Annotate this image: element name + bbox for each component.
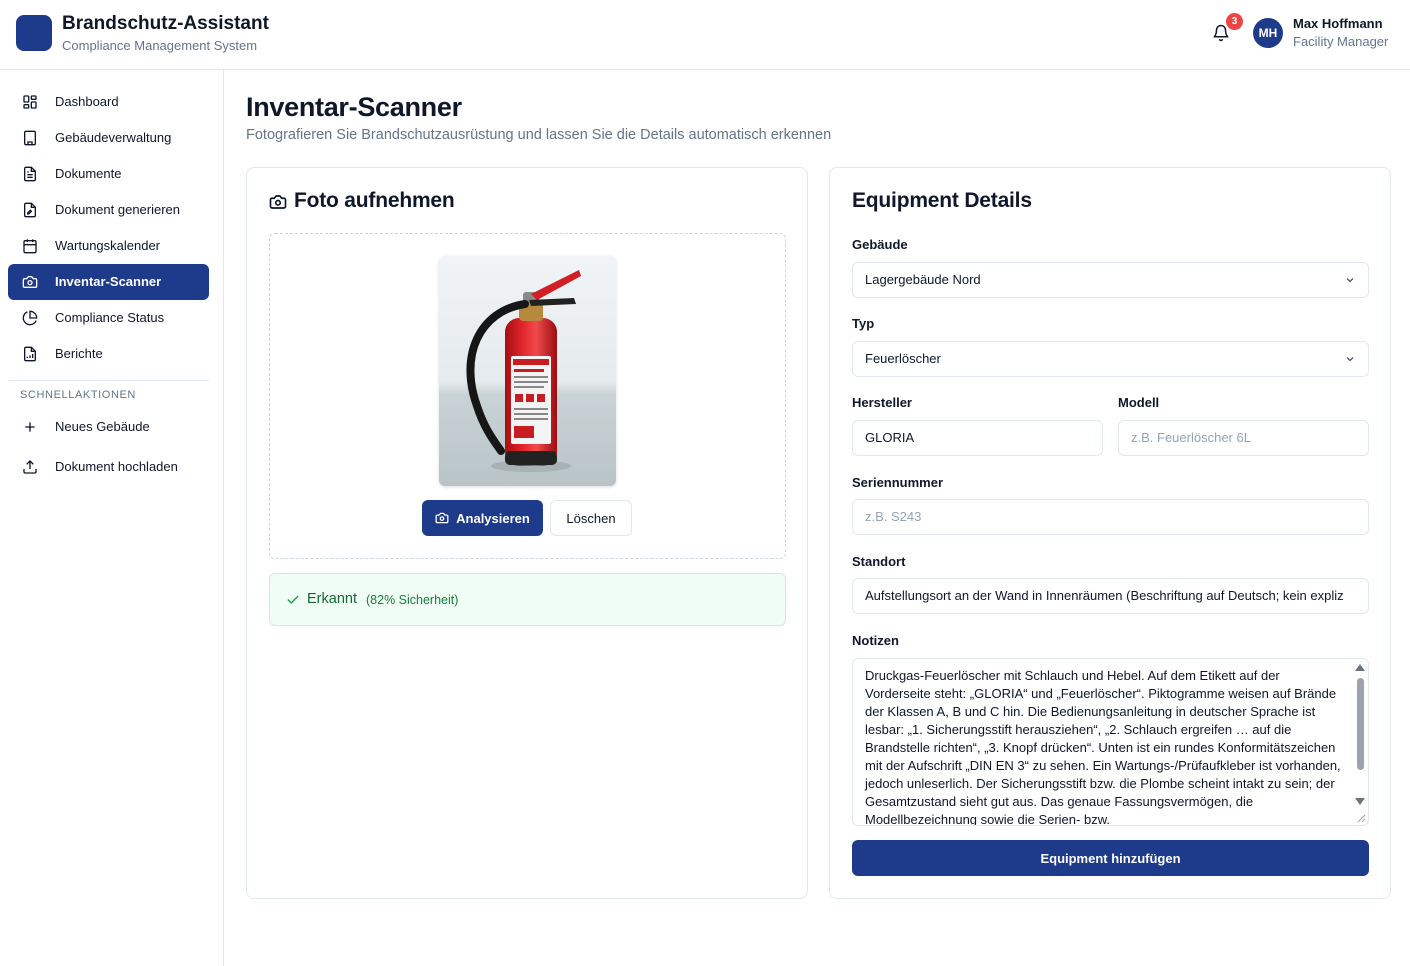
sidebar-item-label: Compliance Status <box>55 310 165 325</box>
photo-card-title: Foto aufnehmen <box>294 189 455 212</box>
check-icon <box>287 595 299 604</box>
add-equipment-button[interactable]: Equipment hinzufügen <box>852 840 1369 876</box>
sidebar-item-reports[interactable]: Berichte <box>8 336 209 372</box>
model-label: Modell <box>1118 395 1160 410</box>
analyze-button-label: Analysieren <box>456 510 530 526</box>
sidebar-item-label: Gebäudeverwaltung <box>55 130 172 145</box>
camera-icon <box>435 512 449 524</box>
quick-action-label: Dokument hochladen <box>55 459 178 474</box>
model-input[interactable]: z.B. Feuerlöscher 6L <box>1118 420 1369 456</box>
manufacturer-input[interactable]: GLORIA <box>852 420 1103 456</box>
manufacturer-label: Hersteller <box>852 395 912 410</box>
type-select[interactable]: Feuerlöscher <box>852 341 1369 377</box>
plus-icon <box>25 422 35 432</box>
building-select[interactable]: Lagergebäude Nord <box>852 262 1369 298</box>
calendar-icon <box>23 239 37 254</box>
delete-button[interactable]: Löschen <box>550 500 632 536</box>
building-icon <box>24 130 36 146</box>
notes-scrollbar[interactable] <box>1353 660 1367 824</box>
type-select-value: Feuerlöscher <box>865 351 941 366</box>
sidebar-item-compliance-status[interactable]: Compliance Status <box>8 300 209 336</box>
type-label: Typ <box>852 316 875 331</box>
notes-textarea[interactable]: Druckgas-Feuerlöscher mit Schlauch und H… <box>852 658 1369 826</box>
confidence-text: (82% Sicherheit) <box>366 593 459 607</box>
chevron-down-icon <box>1346 278 1354 283</box>
dashboard-icon <box>23 95 37 109</box>
detected-label: Erkannt <box>307 591 357 607</box>
page-title: Inventar-Scanner <box>246 92 462 122</box>
sidebar-item-label: Dokumente <box>55 166 122 181</box>
building-select-value: Lagergebäude Nord <box>865 272 981 287</box>
notes-text: Druckgas-Feuerlöscher mit Schlauch und H… <box>865 668 1341 826</box>
location-label: Standort <box>852 554 906 569</box>
detection-result: Erkannt (82% Sicherheit) <box>269 573 786 626</box>
user-role: Facility Manager <box>1293 34 1389 49</box>
notification-badge: 3 <box>1226 13 1243 30</box>
equipment-details-card: Equipment Details Gebäude Lagergebäude N… <box>829 167 1391 899</box>
serial-number-input[interactable]: z.B. S243 <box>852 499 1369 535</box>
photo-card: Foto aufnehmen Analysieren Löschen Erkan… <box>246 167 808 899</box>
notes-label: Notizen <box>852 633 899 648</box>
sidebar-item-inventory-scanner[interactable]: Inventar-Scanner <box>8 264 209 300</box>
photo-dropzone[interactable]: Analysieren Löschen <box>269 233 786 559</box>
app-title: Brandschutz-Assistant <box>62 13 269 34</box>
scroll-down-arrow-icon[interactable] <box>1355 798 1365 805</box>
sidebar-item-label: Inventar-Scanner <box>55 274 162 289</box>
location-input[interactable]: Aufstellungsort an der Wand in Innenräum… <box>852 578 1369 614</box>
serial-number-label: Seriennummer <box>852 475 944 490</box>
sidebar-item-dashboard[interactable]: Dashboard <box>8 84 209 120</box>
quick-action-label: Neues Gebäude <box>55 419 150 434</box>
resize-grip-icon[interactable] <box>1356 813 1366 823</box>
sidebar-item-documents[interactable]: Dokumente <box>8 156 209 192</box>
document-generate-icon <box>24 202 36 218</box>
chevron-down-icon <box>1346 357 1354 362</box>
document-icon <box>24 166 36 182</box>
sidebar: Dashboard Gebäudeverwaltung Dokumente Do… <box>0 70 224 966</box>
app-subtitle: Compliance Management System <box>62 38 258 53</box>
equipment-photo <box>439 256 616 486</box>
analyze-button[interactable]: Analysieren <box>422 500 543 536</box>
top-bar: Brandschutz-Assistant Compliance Managem… <box>0 0 1410 70</box>
equipment-details-title: Equipment Details <box>852 189 1032 212</box>
sidebar-item-calendar[interactable]: Wartungskalender <box>8 228 209 264</box>
quick-action-upload-document[interactable]: Dokument hochladen <box>8 449 209 485</box>
sidebar-item-generate-document[interactable]: Dokument generieren <box>8 192 209 228</box>
scroll-up-arrow-icon[interactable] <box>1355 664 1365 671</box>
sidebar-item-buildings[interactable]: Gebäudeverwaltung <box>8 120 209 156</box>
avatar[interactable]: MH <box>1253 18 1283 48</box>
user-name: Max Hoffmann <box>1293 16 1383 31</box>
app-logo <box>16 15 52 51</box>
report-icon <box>24 346 36 362</box>
building-label: Gebäude <box>852 237 908 252</box>
pie-chart-icon <box>22 310 38 326</box>
upload-icon <box>23 460 37 474</box>
quick-action-new-building[interactable]: Neues Gebäude <box>8 409 209 445</box>
camera-icon <box>22 276 38 288</box>
scroll-thumb[interactable] <box>1357 678 1364 770</box>
camera-icon <box>269 195 287 209</box>
sidebar-item-label: Berichte <box>55 346 103 361</box>
sidebar-item-label: Wartungskalender <box>55 238 161 253</box>
quick-actions-heading: SCHNELLAKTIONEN <box>20 389 136 401</box>
sidebar-item-label: Dokument generieren <box>55 202 181 217</box>
page-subtitle: Fotografieren Sie Brandschutzausrüstung … <box>246 127 832 143</box>
fire-extinguisher-image <box>439 256 616 486</box>
sidebar-divider <box>8 380 209 381</box>
sidebar-item-label: Dashboard <box>55 94 119 109</box>
